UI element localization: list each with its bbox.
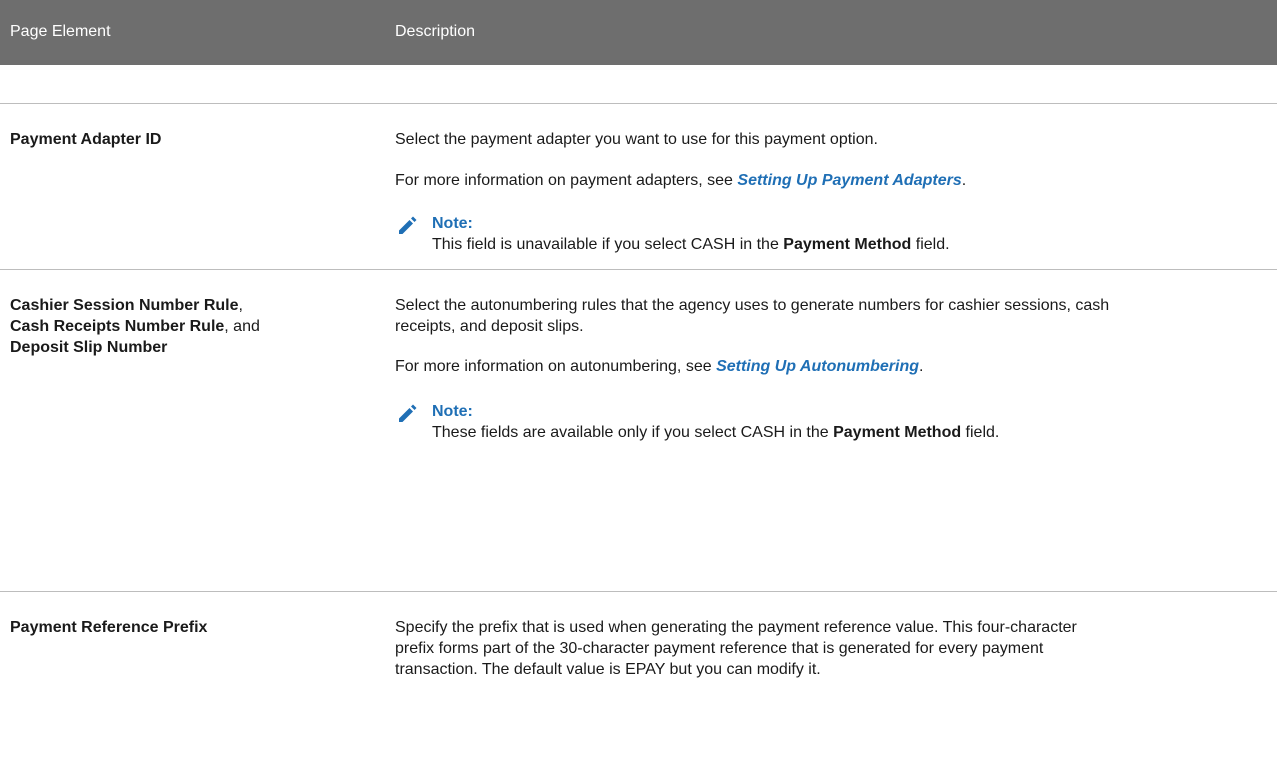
page-element-cell: Payment Reference Prefix: [10, 617, 370, 638]
table-row: Cashier Session Number Rule, Cash Receip…: [0, 269, 1277, 592]
table-row: Payment Reference Prefix Specify the pre…: [0, 591, 1277, 712]
description-text: Specify the prefix that is used when gen…: [395, 619, 1077, 678]
setting-up-autonumbering-link[interactable]: Setting Up Autonumbering: [716, 358, 919, 375]
table-header: Page Element Description: [0, 0, 1277, 65]
page-element-label: Payment Adapter ID: [10, 131, 162, 148]
setting-up-payment-adapters-link[interactable]: Setting Up Payment Adapters: [737, 172, 961, 189]
note-text: This field is unavailable if you select …: [432, 236, 950, 253]
table-row: Payment Adapter ID Select the payment ad…: [0, 103, 1277, 270]
page-element-cell: Payment Adapter ID: [10, 129, 370, 150]
description-text: Select the autonumbering rules that the …: [395, 297, 1110, 335]
description-more-info: For more information on payment adapters…: [395, 172, 967, 189]
column-header-page-element: Page Element: [10, 23, 111, 40]
description-more-info: For more information on autonumbering, s…: [395, 358, 924, 375]
note-block: Note: These fields are available only if…: [399, 401, 1000, 443]
note-text: These fields are available only if you s…: [432, 424, 1000, 441]
description-cell: Specify the prefix that is used when gen…: [395, 617, 1115, 680]
note-block: Note: This field is unavailable if you s…: [399, 213, 950, 255]
page-element-label: Payment Reference Prefix: [10, 619, 208, 636]
description-text: Select the payment adapter you want to u…: [395, 131, 878, 148]
column-header-description: Description: [395, 23, 476, 40]
pencil-icon: [399, 404, 417, 422]
note-title: Note:: [432, 215, 473, 232]
page-element-cell: Cashier Session Number Rule, Cash Receip…: [10, 297, 260, 356]
description-cell: Select the autonumbering rules that the …: [395, 295, 1135, 377]
pencil-icon: [399, 216, 417, 234]
note-title: Note:: [432, 403, 473, 420]
description-cell: Select the payment adapter you want to u…: [395, 129, 1275, 191]
